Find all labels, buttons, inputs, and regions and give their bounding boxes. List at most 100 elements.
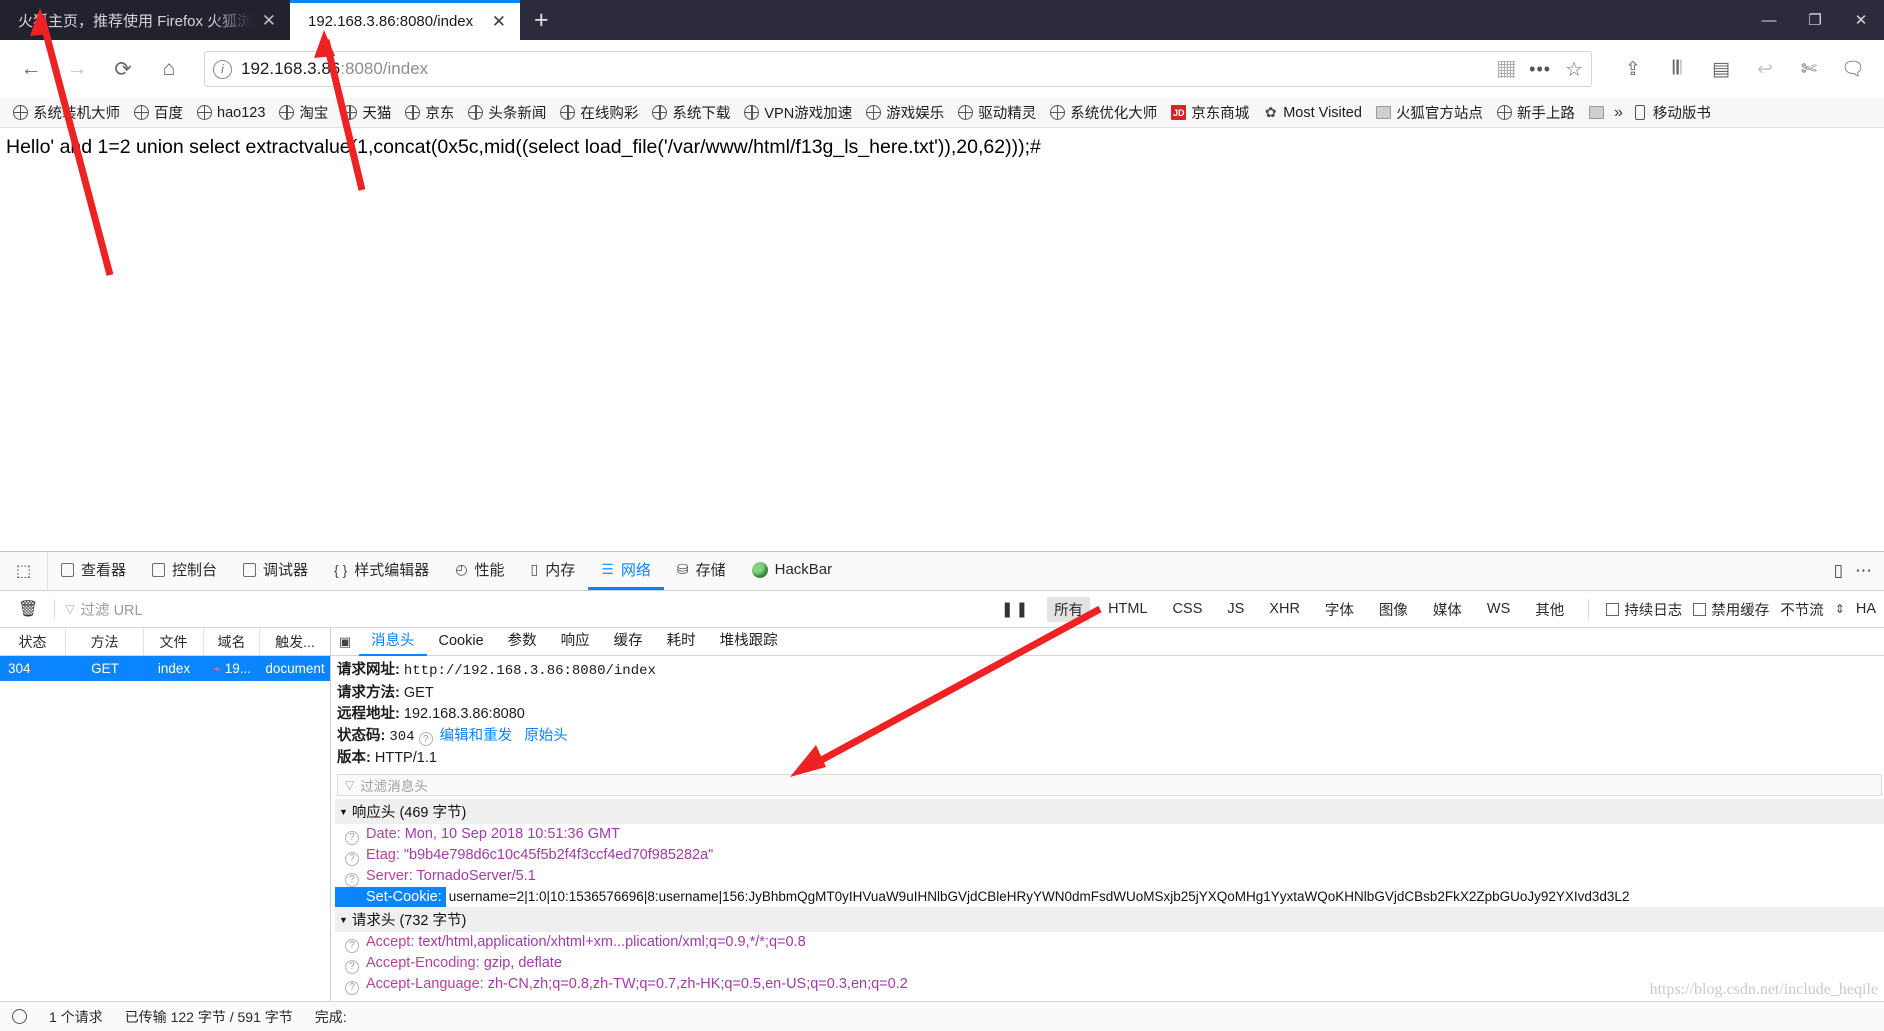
undo-icon[interactable]: ↩ — [1744, 48, 1786, 90]
detail-tab-cookie[interactable]: Cookie — [427, 628, 496, 656]
help-icon[interactable]: ? — [345, 872, 359, 887]
response-headers-section[interactable]: ▼ 响应头 (469 字节) — [335, 798, 1884, 824]
har-button[interactable]: HA — [1856, 601, 1876, 617]
filter-xhr[interactable]: XHR — [1262, 599, 1307, 619]
bookmark-item[interactable]: 头条新闻 — [461, 102, 553, 123]
element-picker-icon[interactable]: ⬚ — [0, 552, 48, 590]
disable-cache-checkbox[interactable]: 禁用缓存 — [1693, 599, 1769, 620]
column-domain[interactable]: 域名 — [204, 628, 260, 655]
bookmark-star-icon[interactable]: ☆ — [1565, 57, 1583, 82]
devtools-tab-inspector[interactable]: 查看器 — [48, 552, 139, 590]
column-method[interactable]: 方法 — [66, 628, 144, 655]
bookmark-item[interactable]: 京东 — [398, 102, 461, 123]
bookmark-item[interactable]: hao123 — [190, 105, 272, 121]
close-window-icon[interactable]: ✕ — [1838, 0, 1884, 40]
pause-button[interactable]: ❚❚ — [995, 600, 1036, 618]
chevron-double-right-icon[interactable]: » — [1611, 104, 1626, 122]
spinner-icon[interactable]: ⇕ — [1835, 602, 1845, 616]
filter-url-input[interactable]: ▽ 过滤 URL — [61, 599, 142, 620]
bookmark-item[interactable]: 新手上路 — [1490, 102, 1582, 123]
devtools-tab-style-editor[interactable]: { } 样式编辑器 — [321, 552, 442, 590]
reload-icon[interactable]: ⟳ — [102, 48, 144, 90]
filter-media[interactable]: 媒体 — [1426, 597, 1469, 622]
devtools-tab-console[interactable]: 控制台 — [139, 552, 230, 590]
detail-tab-params[interactable]: 参数 — [496, 628, 549, 656]
bookmark-item[interactable]: 百度 — [127, 102, 190, 123]
detail-tab-timings[interactable]: 耗时 — [655, 628, 708, 656]
bookmark-item-mobile[interactable]: 移动版书 — [1626, 102, 1718, 123]
help-icon[interactable]: ? — [345, 830, 359, 845]
filter-other[interactable]: 其他 — [1528, 597, 1571, 622]
clear-requests-icon[interactable]: 🗑 — [8, 599, 48, 619]
help-icon[interactable]: ? — [418, 732, 433, 747]
filter-ws[interactable]: WS — [1480, 599, 1517, 619]
expand-panel-icon[interactable]: ▣ — [331, 634, 359, 650]
devtools-tab-storage[interactable]: ⛁ 存储 — [664, 552, 739, 590]
throttle-dropdown[interactable]: 不节流 — [1780, 599, 1824, 620]
filter-image[interactable]: 图像 — [1372, 597, 1415, 622]
column-status[interactable]: 状态 — [0, 628, 66, 655]
library-icon[interactable]: 𝄃𝄃 — [1656, 48, 1698, 90]
help-icon[interactable]: ? — [345, 980, 359, 995]
minimize-icon[interactable]: — — [1746, 0, 1792, 40]
filter-font[interactable]: 字体 — [1318, 597, 1361, 622]
close-icon[interactable]: ✕ — [492, 13, 506, 30]
bookmark-folder[interactable] — [1582, 105, 1611, 120]
bookmark-item[interactable]: VPN游戏加速 — [737, 102, 859, 123]
bookmark-item[interactable]: 淘宝 — [272, 102, 335, 123]
site-info-icon[interactable]: i — [213, 59, 232, 79]
maximize-icon[interactable]: ❐ — [1792, 0, 1838, 40]
devtools-tab-performance[interactable]: ◴ 性能 — [442, 552, 517, 590]
bookmark-folder[interactable]: 火狐官方站点 — [1369, 102, 1490, 123]
column-file[interactable]: 文件 — [144, 628, 204, 655]
home-icon[interactable]: ⌂ — [148, 48, 190, 90]
request-headers-section[interactable]: ▼ 请求头 (732 字节) — [335, 906, 1884, 932]
devtools-tab-debugger[interactable]: 调试器 — [230, 552, 321, 590]
filter-js[interactable]: JS — [1220, 599, 1251, 619]
bookmark-item[interactable]: 系统装机大师 — [6, 102, 127, 123]
forward-icon[interactable]: → — [56, 48, 98, 90]
raw-headers-button[interactable]: 原始头 — [524, 728, 568, 744]
detail-tab-response[interactable]: 响应 — [549, 628, 602, 656]
bookmark-item[interactable]: 天猫 — [335, 102, 398, 123]
back-icon[interactable]: ← — [10, 48, 52, 90]
help-icon[interactable]: ? — [345, 938, 359, 953]
bookmark-item[interactable]: 游戏娱乐 — [859, 102, 951, 123]
url-bar[interactable]: i 192.168.3.86:8080/index ••• ☆ — [204, 51, 1592, 87]
help-icon[interactable]: ? — [345, 959, 359, 974]
bookmark-item[interactable]: 驱动精灵 — [951, 102, 1043, 123]
bookmark-item-most-visited[interactable]: ✿ Most Visited — [1256, 104, 1369, 121]
table-row[interactable]: 304 GET index ⌁ 19... document — [0, 656, 330, 681]
detail-tab-stacktrace[interactable]: 堆栈跟踪 — [708, 628, 790, 656]
pocket-icon[interactable]: ⇪ — [1612, 48, 1654, 90]
page-actions-icon[interactable]: ••• — [1529, 59, 1551, 80]
browser-tab-firefox-home[interactable]: 火狐主页，推荐使用 Firefox 火狐浏 ✕ — [0, 0, 290, 40]
column-cause[interactable]: 触发... — [260, 628, 330, 655]
bookmark-item[interactable]: JD 京东商城 — [1164, 102, 1256, 123]
edit-and-resend-button[interactable]: 编辑和重发 — [440, 728, 513, 744]
settings-icon[interactable]: ⋯ — [1855, 561, 1872, 581]
bookmark-item[interactable]: 系统下载 — [645, 102, 737, 123]
help-icon[interactable]: ? — [345, 851, 359, 866]
filter-headers-input[interactable]: ▽ 过滤消息头 — [337, 773, 1882, 796]
filter-all[interactable]: 所有 — [1047, 596, 1091, 622]
persist-logs-checkbox[interactable]: 持续日志 — [1606, 599, 1682, 620]
screenshot-icon[interactable]: ✄ — [1788, 48, 1830, 90]
devtools-tab-memory[interactable]: ▯ 内存 — [518, 552, 589, 590]
filter-css[interactable]: CSS — [1166, 599, 1210, 619]
filter-html[interactable]: HTML — [1101, 599, 1154, 619]
devtools-tab-hackbar[interactable]: HackBar — [739, 552, 846, 590]
chat-icon[interactable]: 🗨 — [1832, 48, 1874, 90]
browser-tab-index[interactable]: 192.168.3.86:8080/index ✕ — [290, 0, 520, 40]
header-row-set-cookie[interactable]: ?Set-Cookie:username=2|1:0|10:1536576696… — [335, 886, 1884, 907]
close-icon[interactable]: ✕ — [262, 12, 276, 29]
bookmark-item[interactable]: 系统优化大师 — [1043, 102, 1164, 123]
bookmark-item[interactable]: 在线购彩 — [553, 102, 645, 123]
detail-tab-cache[interactable]: 缓存 — [602, 628, 655, 656]
detail-tab-headers[interactable]: 消息头 — [359, 628, 427, 656]
grid-icon[interactable] — [1498, 60, 1516, 78]
devtools-tab-network[interactable]: ☰ 网络 — [588, 552, 664, 590]
sidebar-icon[interactable]: ▤ — [1700, 48, 1742, 90]
new-tab-button[interactable]: + — [520, 0, 563, 40]
responsive-design-icon[interactable]: ▯ — [1834, 561, 1843, 581]
